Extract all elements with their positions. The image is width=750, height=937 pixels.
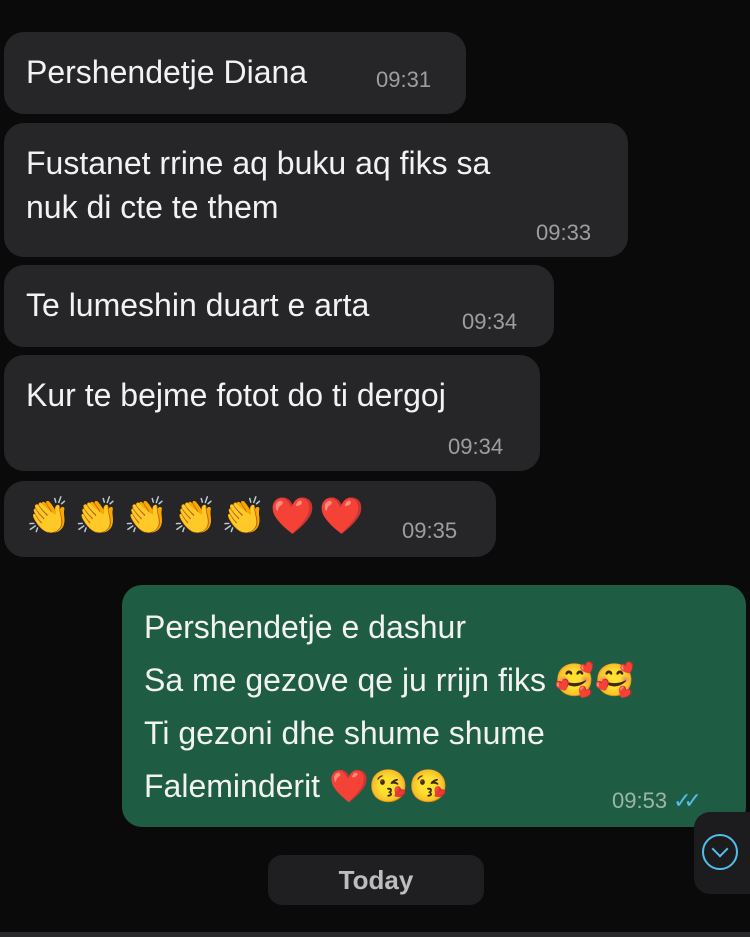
message-time: 09:34 xyxy=(462,309,518,334)
double-check-icon: ✓✓ xyxy=(673,789,702,814)
chat-background: Pershendetje Diana 09:31 Fustanet rrine … xyxy=(0,0,750,937)
message-time: 09:53 xyxy=(612,788,668,813)
message-bubble-incoming[interactable]: 👏👏👏👏👏❤️❤️ 09:35 xyxy=(4,481,496,557)
message-time: 09:33 xyxy=(536,220,592,245)
emoji-message-text: 👏👏👏👏👏❤️❤️ xyxy=(26,496,368,537)
composer-edge xyxy=(0,932,750,937)
message-text: Pershendetje Diana xyxy=(26,54,308,90)
message-bubble-incoming[interactable]: Pershendetje Diana 09:31 xyxy=(4,32,466,114)
message-time: 09:35 xyxy=(402,518,458,543)
message-bubble-incoming[interactable]: Te lumeshin duart e arta 09:34 xyxy=(4,265,554,347)
scroll-down-button[interactable] xyxy=(694,812,750,894)
chevron-down-circle-icon xyxy=(702,834,738,870)
message-bubble-incoming[interactable]: Fustanet rrine aq buku aq fiks sa nuk di… xyxy=(4,123,628,257)
message-time-row: 09:53 ✓✓ xyxy=(612,788,702,814)
date-separator: Today xyxy=(268,855,484,905)
message-text: Pershendetje e dashur Sa me gezove qe ju… xyxy=(144,609,635,804)
message-time: 09:34 xyxy=(448,434,504,459)
message-text: Kur te bejme fotot do ti dergoj xyxy=(26,377,446,413)
message-bubble-incoming[interactable]: Kur te bejme fotot do ti dergoj 09:34 xyxy=(4,355,540,471)
message-text: Te lumeshin duart e arta xyxy=(26,287,370,323)
message-bubble-outgoing[interactable]: Pershendetje e dashur Sa me gezove qe ju… xyxy=(122,585,746,827)
message-time: 09:31 xyxy=(376,67,432,92)
message-text: Fustanet rrine aq buku aq fiks sa nuk di… xyxy=(26,145,491,225)
